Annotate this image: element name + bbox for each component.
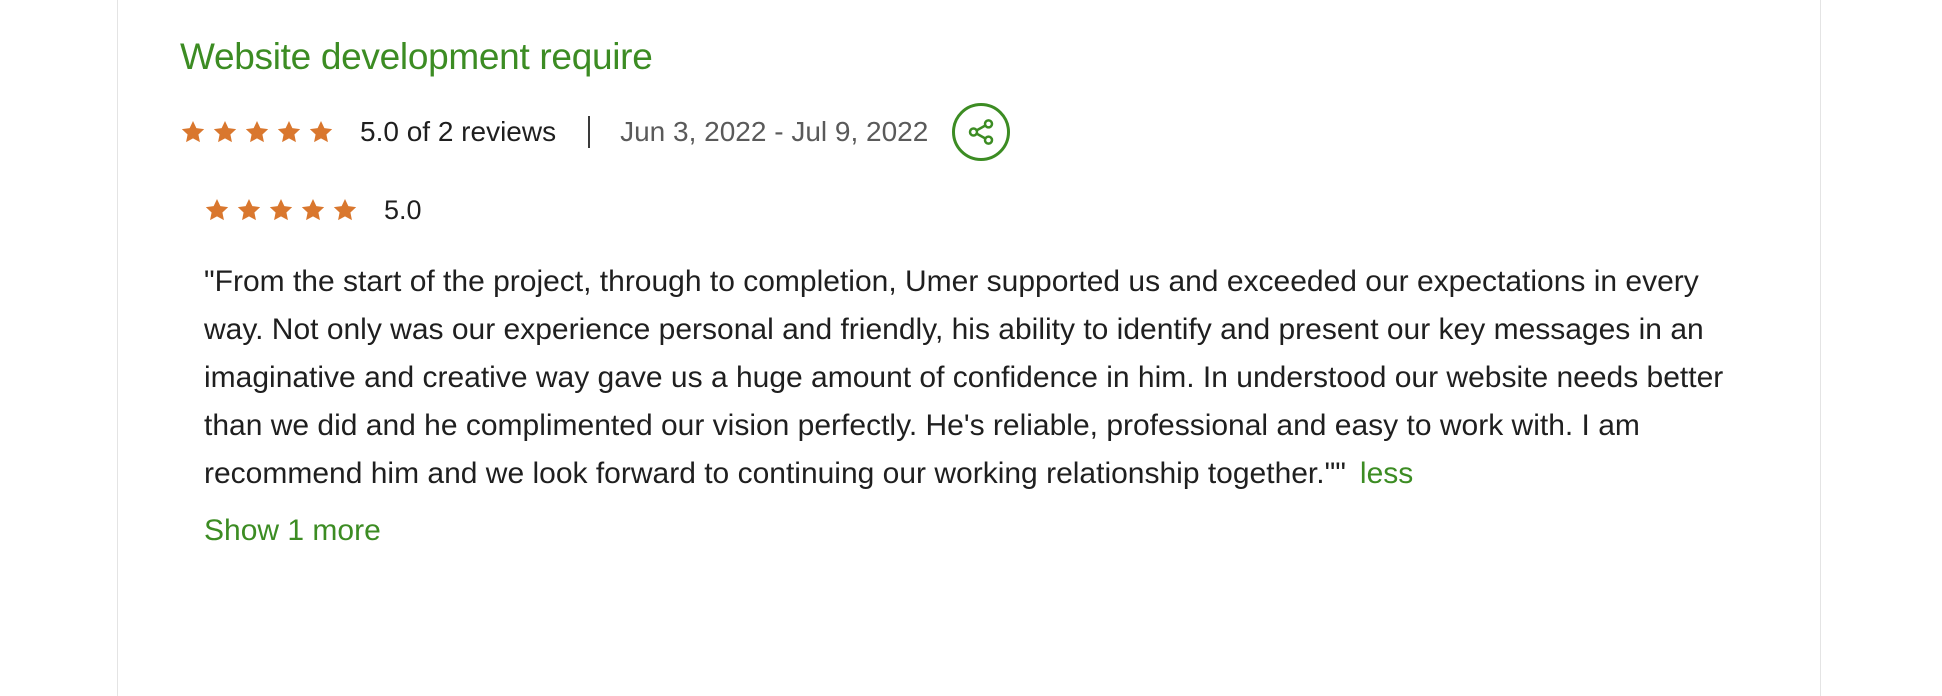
review-quote: "From the start of the project, through … xyxy=(204,265,1724,490)
star-icon xyxy=(332,197,358,223)
review-rating-row: 5.0 xyxy=(204,190,1764,230)
project-summary-row: 5.0 of 2 reviews Jun 3, 2022 - Jul 9, 20… xyxy=(180,100,1011,164)
project-date-range: Jun 3, 2022 - Jul 9, 2022 xyxy=(620,116,929,147)
review-score: 5.0 xyxy=(384,194,422,225)
star-icon xyxy=(308,119,334,145)
share-icon xyxy=(966,117,996,147)
share-button[interactable] xyxy=(952,103,1011,161)
project-title[interactable]: Website development require xyxy=(180,36,653,78)
star-icon xyxy=(244,119,270,145)
star-icon xyxy=(268,197,294,223)
overall-star-rating xyxy=(180,119,340,145)
less-link[interactable]: less xyxy=(1360,457,1413,490)
star-icon xyxy=(300,197,326,223)
review-star-rating xyxy=(204,197,364,223)
star-icon xyxy=(236,197,262,223)
rating-summary-text: 5.0 of 2 reviews xyxy=(360,116,557,147)
star-icon xyxy=(180,119,206,145)
show-more-link[interactable]: Show 1 more xyxy=(204,514,381,548)
star-icon xyxy=(276,119,302,145)
review-text: "From the start of the project, through … xyxy=(204,258,1764,498)
star-icon xyxy=(212,119,238,145)
review-item: 5.0 "From the start of the project, thro… xyxy=(204,190,1764,548)
summary-divider xyxy=(588,116,591,148)
review-card: Website development require 5.0 of 2 rev… xyxy=(117,0,1821,696)
star-icon xyxy=(204,197,230,223)
